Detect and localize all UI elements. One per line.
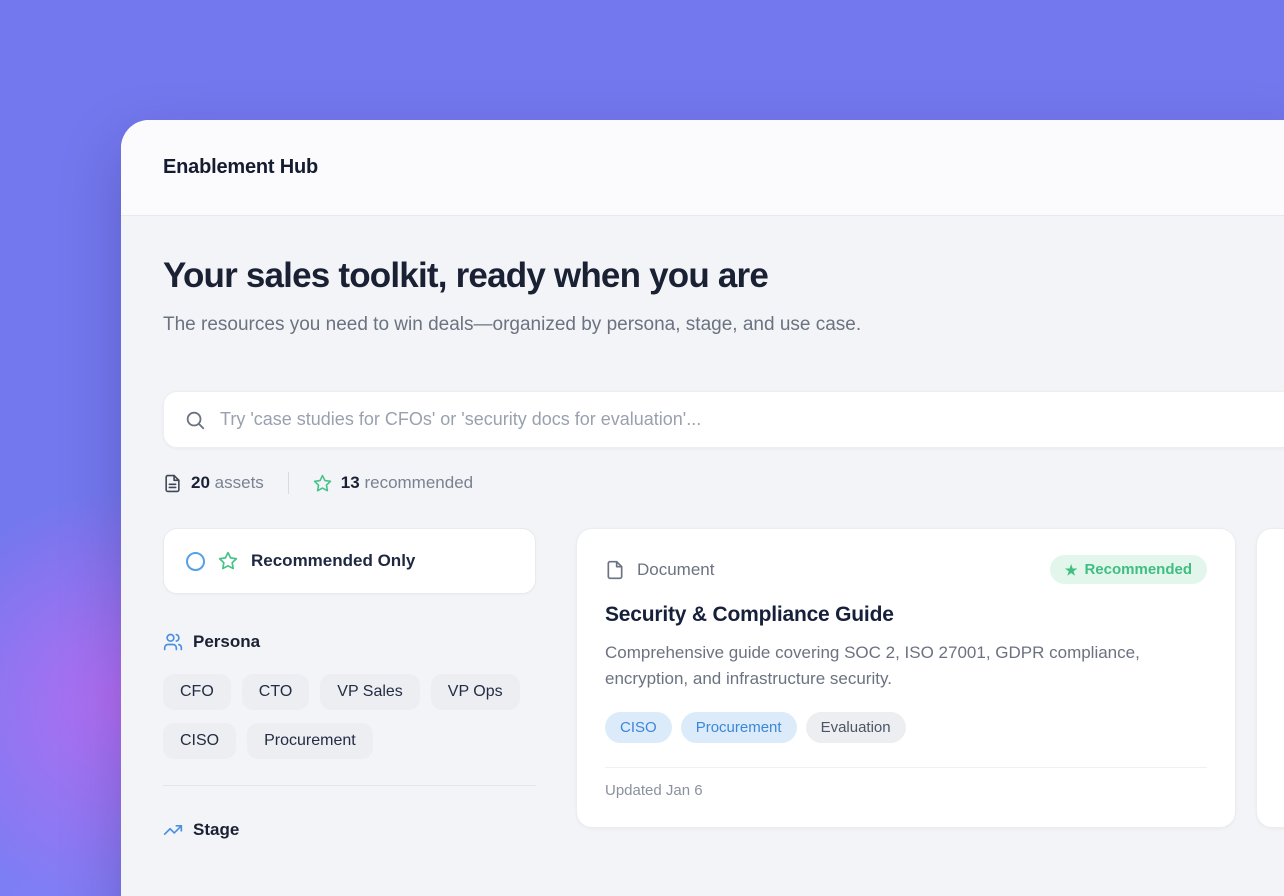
asset-type-label: Document — [637, 560, 714, 580]
recommended-badge: ★ Recommended — [1050, 555, 1207, 584]
file-icon — [605, 560, 625, 580]
asset-card-security-compliance-guide[interactable]: Document ★ Recommended Security & Compli… — [576, 528, 1236, 828]
sidebar-divider — [163, 785, 536, 786]
persona-chip-vp-sales[interactable]: VP Sales — [320, 674, 420, 710]
recommended-badge-label: Recommended — [1084, 561, 1192, 578]
radio-circle-icon[interactable] — [186, 552, 205, 571]
asset-title: Security & Compliance Guide — [605, 603, 1207, 627]
filters-sidebar: Recommended Only Persona CFO CTO VP Sale… — [163, 528, 536, 840]
panel-content: Your sales toolkit, ready when you are T… — [121, 256, 1284, 840]
persona-chip-vp-ops[interactable]: VP Ops — [431, 674, 520, 710]
star-icon — [313, 474, 332, 493]
stage-section-label: Stage — [193, 820, 239, 840]
search-input[interactable] — [220, 409, 1278, 430]
document-icon — [163, 474, 182, 493]
asset-cards: Document ★ Recommended Security & Compli… — [576, 528, 1284, 828]
assets-label: assets — [215, 473, 264, 492]
persona-section-label: Persona — [193, 632, 260, 652]
tag-ciso[interactable]: CISO — [605, 712, 672, 743]
asset-type: Document — [605, 560, 714, 580]
recommended-count: 13 — [341, 473, 360, 492]
recommended-stat: 13 recommended — [313, 473, 473, 493]
asset-card-clipped[interactable] — [1256, 528, 1284, 828]
star-icon: ★ — [1065, 563, 1078, 577]
assets-count: 20 — [191, 473, 210, 492]
stats-divider — [288, 472, 289, 494]
stage-section-header: Stage — [163, 820, 536, 840]
recommended-only-toggle[interactable]: Recommended Only — [163, 528, 536, 594]
asset-description: Comprehensive guide covering SOC 2, ISO … — [605, 640, 1205, 692]
panel-header: Enablement Hub — [121, 120, 1284, 216]
recommended-only-label: Recommended Only — [251, 551, 415, 571]
persona-chip-procurement[interactable]: Procurement — [247, 723, 373, 759]
asset-updated: Updated Jan 6 — [605, 767, 1207, 813]
search-bar[interactable] — [163, 391, 1284, 448]
tag-procurement[interactable]: Procurement — [681, 712, 797, 743]
search-icon — [184, 409, 206, 431]
stats-row: 20 assets 13 recommended — [163, 472, 1284, 494]
persona-chip-cfo[interactable]: CFO — [163, 674, 231, 710]
app-title: Enablement Hub — [163, 156, 318, 179]
users-icon — [163, 632, 183, 652]
persona-chip-cto[interactable]: CTO — [242, 674, 309, 710]
page-title: Your sales toolkit, ready when you are — [163, 256, 1284, 296]
assets-stat: 20 assets — [163, 473, 264, 493]
asset-tags: CISO Procurement Evaluation — [605, 712, 1207, 743]
tag-evaluation[interactable]: Evaluation — [806, 712, 906, 743]
persona-chip-ciso[interactable]: CISO — [163, 723, 236, 759]
page-subtitle: The resources you need to win deals—orga… — [163, 310, 863, 339]
trending-up-icon — [163, 820, 183, 840]
persona-chips: CFO CTO VP Sales VP Ops CISO Procurement — [163, 674, 536, 759]
persona-section-header: Persona — [163, 632, 536, 652]
star-icon — [218, 551, 238, 571]
enablement-hub-panel: Enablement Hub Your sales toolkit, ready… — [121, 120, 1284, 896]
recommended-label: recommended — [364, 473, 473, 492]
